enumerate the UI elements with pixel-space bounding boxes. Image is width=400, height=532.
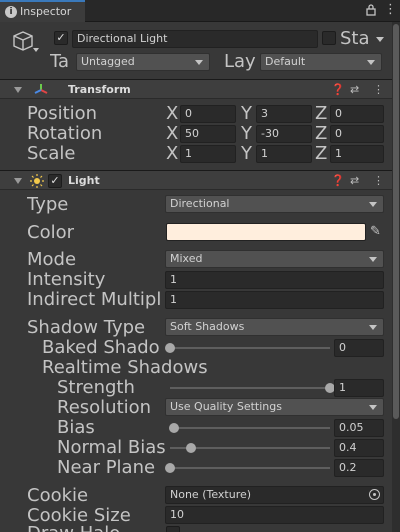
light-foldout-arrow[interactable] <box>14 178 22 184</box>
lock-icon[interactable] <box>366 4 376 16</box>
cookie-label: Cookie <box>27 486 89 506</box>
icon-dropdown-arrow[interactable] <box>33 48 39 52</box>
baked-shadow-field[interactable]: 0 <box>334 339 384 357</box>
position-label: Position <box>27 104 98 124</box>
shadow-type-dropdown[interactable]: Soft Shadows <box>165 318 384 336</box>
preset-icon[interactable]: ⇄ <box>350 80 359 100</box>
tag-label: Ta <box>50 52 70 72</box>
scale-x-field[interactable]: 1 <box>180 145 236 163</box>
tab-title: Inspector <box>20 5 72 18</box>
axis-y-label[interactable]: Y <box>241 104 252 124</box>
layer-label: Lay <box>224 52 256 72</box>
intensity-label: Intensity <box>27 270 106 290</box>
position-z-field[interactable]: 0 <box>330 105 384 123</box>
indirect-multiplier-field[interactable]: 1 <box>165 291 384 309</box>
draw-halo-checkbox[interactable] <box>166 526 180 532</box>
type-label: Type <box>27 195 69 215</box>
static-checkbox[interactable] <box>322 31 336 45</box>
shadow-type-label: Shadow Type <box>27 318 146 338</box>
near-plane-slider-track[interactable] <box>170 467 330 469</box>
axis-z-label[interactable]: Z <box>315 144 327 164</box>
strength-slider-track[interactable] <box>170 387 330 389</box>
baked-shadow-label: Baked Shado <box>42 338 160 358</box>
light-icon <box>30 174 44 188</box>
axis-x-label[interactable]: X <box>166 124 178 144</box>
normal-bias-label: Normal Bias <box>57 438 165 458</box>
baked-shadow-slider-track[interactable] <box>170 347 330 349</box>
rotation-x-field[interactable]: 50 <box>180 125 236 143</box>
near-plane-label: Near Plane <box>57 458 156 478</box>
scrollbar-thumb[interactable] <box>393 24 399 419</box>
rotation-label: Rotation <box>27 124 103 144</box>
rotation-y-field[interactable]: -30 <box>256 125 312 143</box>
scale-y-field[interactable]: 1 <box>256 145 312 163</box>
transform-foldout-arrow[interactable] <box>14 87 22 93</box>
near-plane-field[interactable]: 0.2 <box>334 459 384 477</box>
strength-field[interactable]: 1 <box>334 379 384 397</box>
tab-inspector[interactable]: i Inspector <box>0 0 85 22</box>
draw-halo-label: Draw Halo <box>27 524 120 532</box>
scale-z-field[interactable]: 1 <box>330 145 384 163</box>
object-name-field[interactable]: Directional Light <box>72 30 318 48</box>
bias-field[interactable]: 0.05 <box>334 419 384 437</box>
kebab-icon[interactable]: ⋮ <box>384 2 397 18</box>
axis-y-label[interactable]: Y <box>241 124 252 144</box>
position-x-field[interactable]: 0 <box>180 105 236 123</box>
gameobject-cube-icon <box>13 31 33 51</box>
kebab-icon[interactable]: ⋮ <box>373 80 384 100</box>
color-swatch[interactable] <box>166 223 366 241</box>
color-label: Color <box>27 223 74 243</box>
eyedropper-icon[interactable]: ✎ <box>370 224 381 240</box>
transform-title: Transform <box>68 83 131 96</box>
cookie-size-field[interactable]: 10 <box>165 506 384 524</box>
realtime-shadows-label: Realtime Shadows <box>42 358 208 378</box>
axis-z-label[interactable]: Z <box>315 104 327 124</box>
baked-shadow-slider-knob[interactable] <box>165 343 175 353</box>
light-header[interactable]: ✓ Light ❓ ⇄ ⋮ <box>0 170 392 190</box>
normal-bias-field[interactable]: 0.4 <box>334 439 384 457</box>
cookie-field[interactable]: None (Texture) <box>165 486 384 504</box>
info-icon: i <box>5 6 17 18</box>
rotation-z-field[interactable]: 0 <box>330 125 384 143</box>
bias-label: Bias <box>57 418 95 438</box>
light-title: Light <box>68 174 100 187</box>
mode-dropdown[interactable]: Mixed <box>165 250 384 268</box>
type-dropdown[interactable]: Directional <box>165 195 384 213</box>
resolution-label: Resolution <box>57 398 152 418</box>
transform-header[interactable]: Transform ❓ ⇄ ⋮ <box>0 79 392 99</box>
axis-x-label[interactable]: X <box>166 144 178 164</box>
help-icon[interactable]: ❓ <box>331 80 345 100</box>
bias-slider-track[interactable] <box>170 427 330 429</box>
object-picker-icon[interactable] <box>369 489 380 500</box>
position-y-field[interactable]: 3 <box>256 105 312 123</box>
preset-icon[interactable]: ⇄ <box>350 171 359 191</box>
kebab-icon[interactable]: ⋮ <box>373 171 384 191</box>
resolution-dropdown[interactable]: Use Quality Settings <box>165 398 384 416</box>
light-enabled-checkbox[interactable]: ✓ <box>48 174 62 188</box>
axis-y-label[interactable]: Y <box>241 144 252 164</box>
mode-label: Mode <box>27 250 77 270</box>
axis-x-label[interactable]: X <box>166 104 178 124</box>
near-plane-slider-knob[interactable] <box>165 463 175 473</box>
scale-label: Scale <box>27 144 76 164</box>
indirect-multiplier-label: Indirect Multipl <box>27 290 162 310</box>
transform-icon <box>34 84 48 94</box>
tag-dropdown[interactable]: Untagged <box>76 53 210 71</box>
cookie-size-label: Cookie Size <box>27 506 131 526</box>
static-label: Sta <box>340 29 370 49</box>
bias-slider-knob[interactable] <box>169 423 179 433</box>
intensity-field[interactable]: 1 <box>165 271 384 289</box>
axis-z-label[interactable]: Z <box>315 124 327 144</box>
normal-bias-slider-knob[interactable] <box>186 443 197 453</box>
help-icon[interactable]: ❓ <box>331 171 345 191</box>
static-dropdown-arrow[interactable] <box>376 37 384 42</box>
active-checkbox[interactable]: ✓ <box>54 31 68 45</box>
layer-dropdown[interactable]: Default <box>260 53 382 71</box>
strength-label: Strength <box>57 378 135 398</box>
